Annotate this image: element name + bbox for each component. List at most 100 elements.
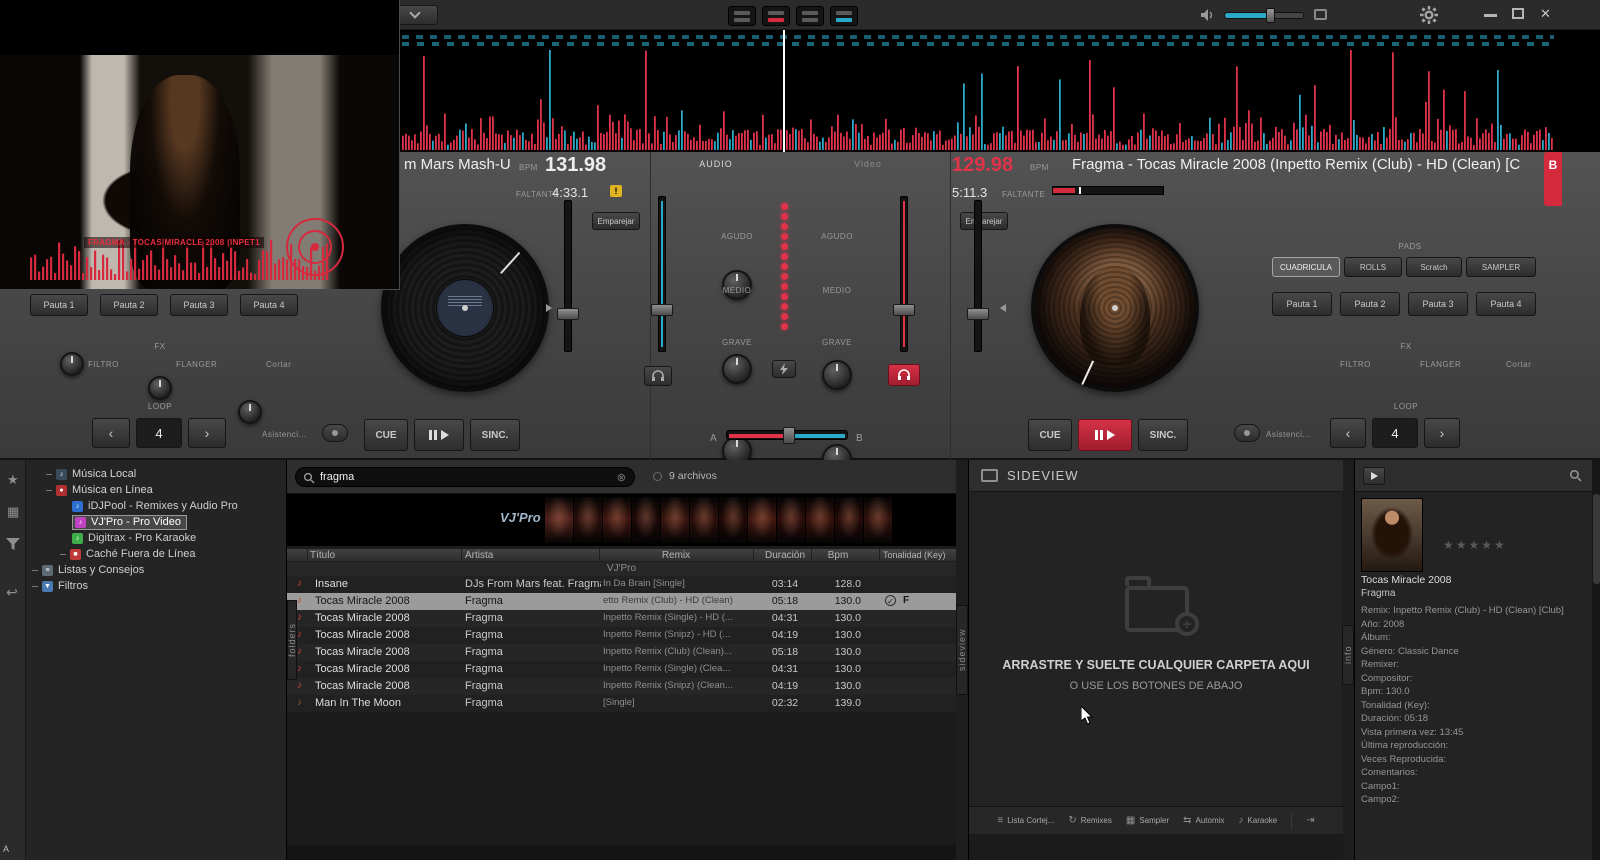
- mixer-audio-tab[interactable]: AUDIO: [676, 159, 756, 169]
- table-row-selected[interactable]: ♪ Tocas Miracle 2008 Fragma etto Remix (…: [287, 593, 956, 610]
- eq-b-high-knob[interactable]: [822, 360, 852, 390]
- deck-b-play-button[interactable]: [1078, 419, 1132, 451]
- table-row[interactable]: ♪ Tocas Miracle 2008 Fragma Inpetto Remi…: [287, 661, 956, 678]
- table-row[interactable]: ♪ Tocas Miracle 2008 Fragma Inpetto Remi…: [287, 678, 956, 695]
- maximize-button[interactable]: [1512, 8, 1524, 19]
- favorites-icon[interactable]: ★: [7, 472, 19, 488]
- deck-a-sync-button[interactable]: SINC.: [470, 419, 520, 451]
- video-thumbnails[interactable]: [545, 497, 893, 543]
- video-thumbnail-frame[interactable]: [835, 497, 864, 543]
- eq-a-high-knob[interactable]: [722, 270, 752, 300]
- deck-a-platter[interactable]: [381, 224, 549, 392]
- sidebar-item-vjpro[interactable]: ♪ VJ'Pro - Pro Video: [72, 514, 187, 530]
- video-thumbnail-frame[interactable]: [806, 497, 835, 543]
- sidebar-item-listas[interactable]: ≡ Listas y Consejos: [32, 562, 144, 578]
- folders-tab[interactable]: folders: [287, 600, 297, 680]
- deck-b-loop-value[interactable]: 4: [1372, 418, 1418, 448]
- panels-icon[interactable]: ▦: [7, 504, 19, 520]
- deck-b-sync-button[interactable]: SINC.: [1138, 419, 1188, 451]
- gear-icon[interactable]: [1420, 6, 1438, 24]
- deck-a-fx-cut-knob[interactable]: [238, 400, 262, 424]
- deck-a-loop-prev-button[interactable]: ‹: [92, 418, 130, 448]
- deck-a-loop-next-button[interactable]: ›: [188, 418, 226, 448]
- deck-a-pad-4[interactable]: Pauta 4: [240, 294, 298, 316]
- deck-a-pad-2[interactable]: Pauta 2: [100, 294, 158, 316]
- deck-a-pitch-handle[interactable]: [557, 308, 579, 320]
- back-icon[interactable]: ↩: [6, 584, 18, 601]
- deck-b-loop-prev-button[interactable]: ‹: [1330, 418, 1366, 448]
- deck-b-pitch-fader[interactable]: [974, 200, 982, 352]
- column-key[interactable]: Tonalidad (Key): [883, 550, 955, 560]
- layout-button-2[interactable]: [762, 6, 790, 26]
- info-tab[interactable]: info: [1342, 625, 1354, 685]
- sidebar-item-cache[interactable]: ■ Caché Fuera de Línea: [60, 546, 195, 562]
- column-remix[interactable]: Remix: [603, 550, 749, 561]
- shortlist-button[interactable]: ≡ Lista Cortej...: [997, 815, 1054, 826]
- filter-icon[interactable]: [6, 538, 20, 551]
- video-thumbnail-frame[interactable]: [690, 497, 719, 543]
- master-volume-slider[interactable]: [1224, 8, 1304, 23]
- layout-button-1[interactable]: [728, 6, 756, 26]
- scrollbar-thumb[interactable]: [1593, 494, 1600, 584]
- video-thumbnail-frame[interactable]: [661, 497, 690, 543]
- close-button[interactable]: ✕: [1540, 6, 1551, 22]
- deck-b-padmode-cuadricula[interactable]: CUADRICULA: [1272, 257, 1340, 277]
- deck-a-pitch-fader[interactable]: [564, 200, 572, 352]
- crossfader[interactable]: [726, 427, 848, 444]
- deck-b-assistant-button[interactable]: [1234, 424, 1260, 442]
- minimize-button[interactable]: [1484, 14, 1497, 17]
- remixes-button[interactable]: ↻ Remixes: [1068, 815, 1112, 826]
- channel-a-volume-fader[interactable]: [658, 196, 666, 352]
- mixer-video-tab[interactable]: Video: [838, 159, 898, 169]
- deck-b-padmode-rolls[interactable]: ROLLS: [1344, 257, 1402, 277]
- deck-b-pitch-handle[interactable]: [967, 308, 989, 320]
- search-input[interactable]: [320, 469, 610, 485]
- layout-button-4[interactable]: [830, 6, 858, 26]
- crossfader-handle[interactable]: [783, 427, 795, 444]
- headphone-b-button[interactable]: [888, 364, 920, 386]
- rating-stars[interactable]: ★★★★★: [1443, 538, 1507, 552]
- sidebar-item-digitrax[interactable]: ♪ Digitrax - Pro Karaoke: [72, 530, 196, 546]
- sidebar-item-idjpool[interactable]: ♪ iDJPool - Remixes y Audio Pro: [72, 498, 238, 514]
- deck-a-play-button[interactable]: [414, 419, 464, 451]
- deck-b-tab[interactable]: B: [1544, 152, 1562, 206]
- deck-a-fx-flanger-knob[interactable]: [148, 376, 172, 400]
- deck-b-pad-3[interactable]: Pauta 3: [1408, 292, 1468, 316]
- search-box[interactable]: ⊗: [295, 467, 635, 487]
- column-duration[interactable]: Duración: [757, 550, 813, 561]
- video-thumbnail-frame[interactable]: [603, 497, 632, 543]
- sideview-tab[interactable]: sideview: [956, 605, 968, 695]
- search-track-icon[interactable]: [1569, 469, 1582, 482]
- video-thumbnail-frame[interactable]: [864, 497, 893, 543]
- deck-b-match-button[interactable]: Emparejar: [960, 212, 1008, 230]
- deck-b-cue-button[interactable]: CUE: [1028, 419, 1072, 451]
- karaoke-button[interactable]: ♪ Karaoke: [1238, 815, 1277, 826]
- sidelist-collapse-button[interactable]: ⇥: [1306, 815, 1314, 826]
- deck-b-platter[interactable]: [1031, 224, 1199, 392]
- eq-a-mid-knob[interactable]: [722, 354, 752, 384]
- channel-a-fader-handle[interactable]: [651, 304, 673, 316]
- table-row[interactable]: ♪ Tocas Miracle 2008 Fragma Inpetto Remi…: [287, 644, 956, 661]
- automix-button[interactable]: ⇆ Automix: [1183, 815, 1224, 826]
- layout-button-3[interactable]: [796, 6, 824, 26]
- deck-a-bpm-value[interactable]: 131.98: [545, 154, 606, 177]
- video-preview-window[interactable]: FRAGMA - TOCAS MIRACLE 2008 (INPET1: [0, 0, 400, 290]
- deck-b-pad-4[interactable]: Pauta 4: [1476, 292, 1536, 316]
- effects-toggle-button[interactable]: [772, 360, 796, 378]
- video-thumbnail-frame[interactable]: [719, 497, 748, 543]
- sidebar-item-filtros[interactable]: ▼ Filtros: [32, 578, 88, 594]
- display-icon[interactable]: [1314, 9, 1327, 20]
- video-thumbnail-frame[interactable]: [748, 497, 777, 543]
- sidebar-item-musica-en-linea[interactable]: ● Música en Línea: [46, 482, 153, 498]
- deck-a-fx-filter-knob[interactable]: [60, 352, 84, 376]
- table-row[interactable]: ♪ Man In The Moon Fragma [Single] 02:32 …: [287, 695, 956, 712]
- volume-handle[interactable]: [1266, 8, 1275, 23]
- deck-a-assistant-button[interactable]: [322, 424, 348, 442]
- deck-b-padmode-scratch[interactable]: Scratch: [1406, 257, 1462, 277]
- headphone-a-button[interactable]: [644, 366, 672, 386]
- deck-a-cue-button[interactable]: CUE: [364, 419, 408, 451]
- deck-b-pad-1[interactable]: Pauta 1: [1272, 292, 1332, 316]
- deck-a-match-button[interactable]: Emparejar: [592, 212, 640, 230]
- deck-b-loop-next-button[interactable]: ›: [1424, 418, 1460, 448]
- clear-search-icon[interactable]: ⊗: [617, 471, 626, 484]
